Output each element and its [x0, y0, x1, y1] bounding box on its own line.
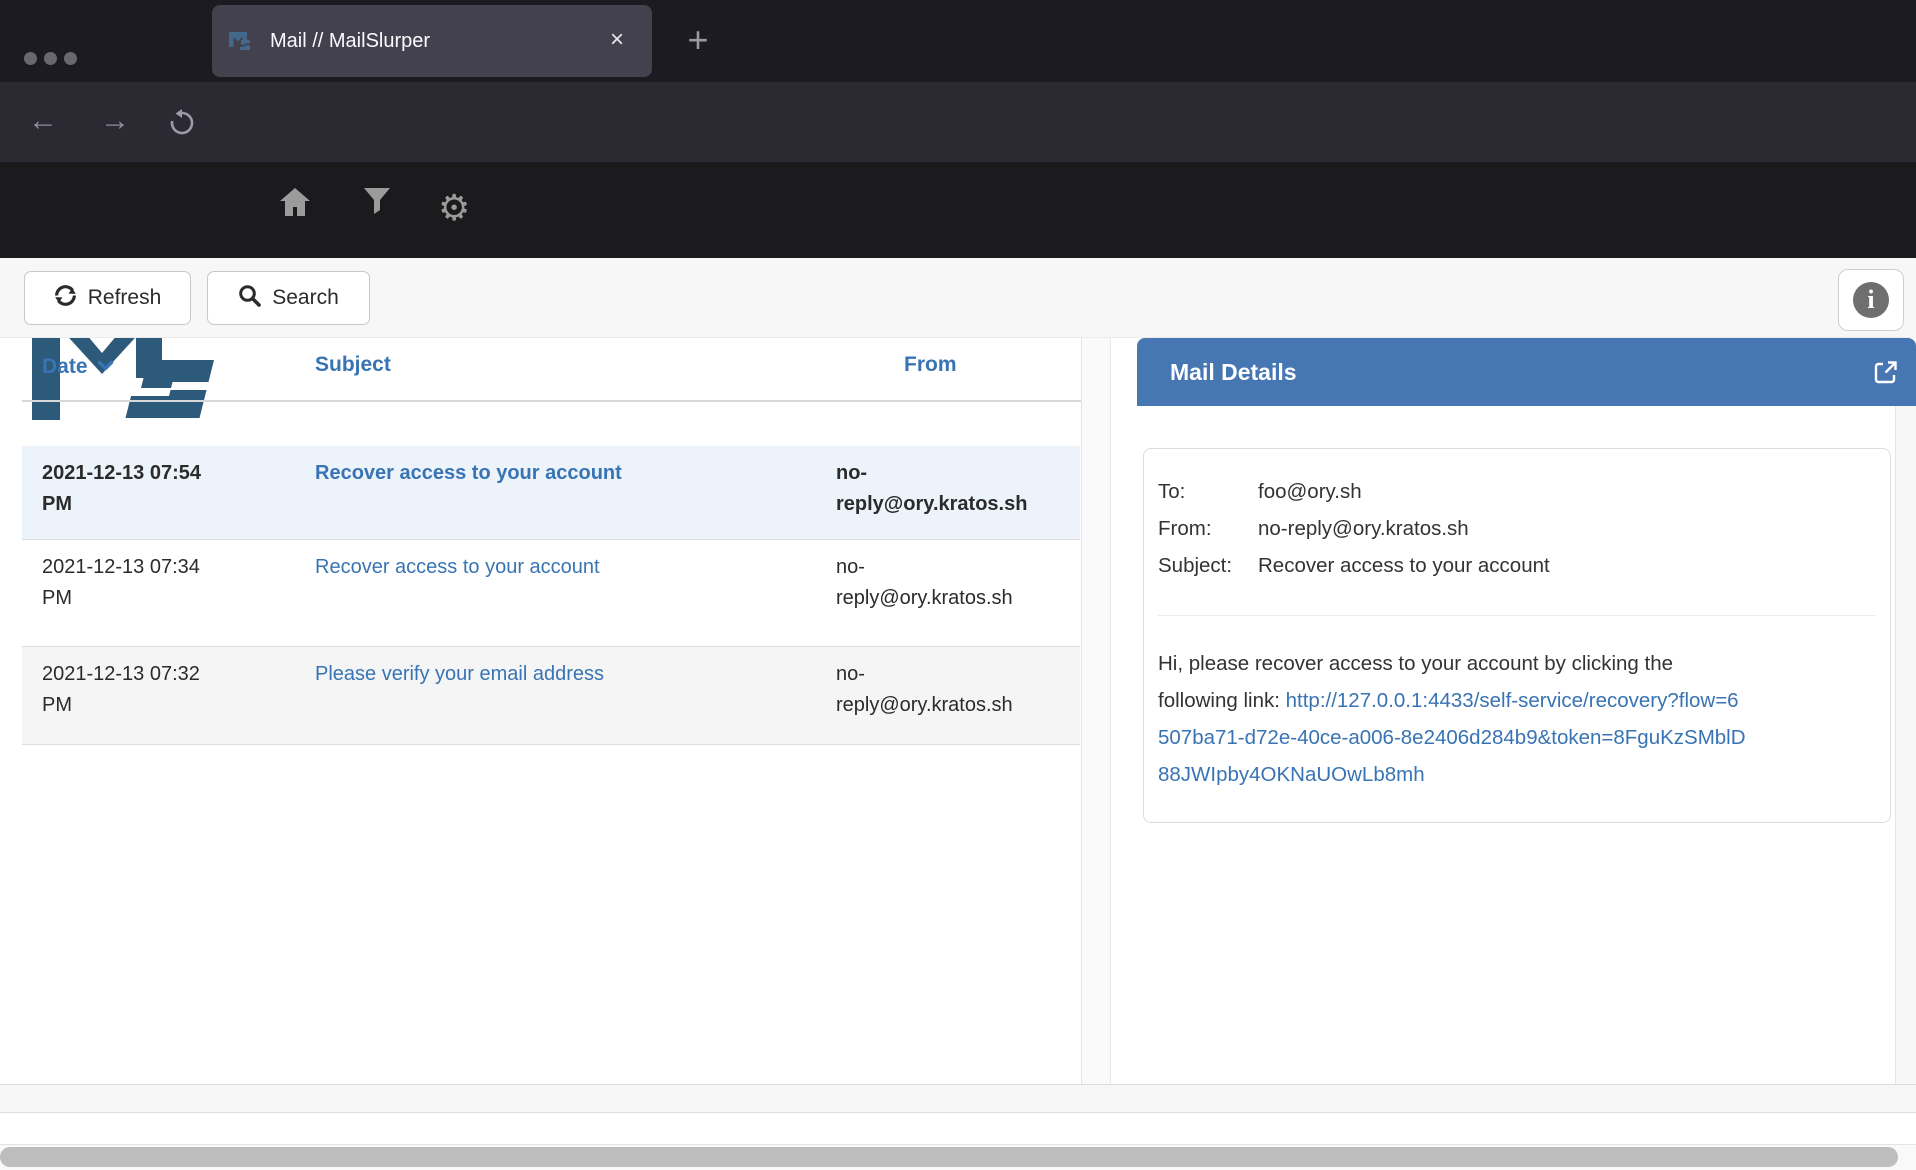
footer-strip [0, 1084, 1916, 1113]
filter-funnel-icon[interactable] [362, 186, 392, 221]
column-header-date-label: Date [42, 355, 88, 378]
sort-chevron-down-icon [97, 353, 114, 377]
detail-from-row: From: no-reply@ory.kratos.sh [1158, 510, 1876, 547]
mail-list-header: Date Subject From [22, 338, 1108, 402]
row-from: no-reply@ory.kratos.sh [836, 458, 1041, 520]
column-header-date[interactable]: Date [42, 353, 114, 379]
refresh-button[interactable]: Refresh [24, 271, 191, 325]
mail-row[interactable]: 2021-12-13 07:34 PM Recover access to yo… [22, 540, 1080, 647]
app-toolbar: Refresh Search [0, 258, 1916, 338]
search-button[interactable]: Search [207, 271, 370, 325]
mail-details-title: Mail Details [1170, 338, 1297, 406]
mail-row[interactable]: 2021-12-13 07:54 PM Recover access to yo… [22, 446, 1080, 540]
mail-list: Date Subject From 2021-12-13 07:54 PM Re… [22, 338, 1108, 745]
search-icon [238, 284, 261, 313]
mail-list-scrollbar-track[interactable] [1081, 338, 1111, 1084]
mail-body: Hi, please recover access to your accoun… [1158, 645, 1748, 793]
new-tab-button[interactable] [672, 18, 724, 64]
mail-details-header: Mail Details [1137, 338, 1916, 406]
mailslurper-header [0, 162, 1916, 258]
refresh-icon [54, 284, 77, 313]
to-label: To: [1158, 473, 1258, 510]
tab-title: Mail // MailSlurper [270, 5, 430, 77]
refresh-button-label: Refresh [88, 286, 162, 310]
horizontal-scrollbar-thumb[interactable] [0, 1147, 1898, 1167]
browser-tab[interactable]: Mail // MailSlurper [212, 5, 652, 77]
window-control-dot[interactable] [44, 52, 57, 65]
reload-button[interactable] [168, 109, 196, 142]
info-button[interactable] [1838, 269, 1904, 331]
back-button[interactable] [18, 82, 68, 162]
browser-toolbar: 127.0.0.1:4436/# 90% [0, 82, 1916, 162]
row-date: 2021-12-13 07:32 PM [42, 659, 220, 721]
window-control-dot[interactable] [64, 52, 77, 65]
column-header-from[interactable]: From [904, 353, 957, 377]
subject-label: Subject: [1158, 547, 1258, 584]
from-value: no-reply@ory.kratos.sh [1258, 510, 1469, 547]
subject-value: Recover access to your account [1258, 547, 1550, 584]
to-value: foo@ory.sh [1258, 473, 1362, 510]
row-subject-link[interactable]: Recover access to your account [315, 458, 805, 489]
mail-row[interactable]: 2021-12-13 07:32 PM Please verify your e… [22, 647, 1080, 745]
home-icon[interactable] [278, 186, 312, 223]
row-from: no-reply@ory.kratos.sh [836, 552, 1041, 614]
row-from: no-reply@ory.kratos.sh [836, 659, 1041, 721]
settings-gear-icon[interactable] [438, 178, 470, 238]
detail-to-row: To: foo@ory.sh [1158, 473, 1876, 510]
browser-tab-bar: Mail // MailSlurper [0, 0, 1916, 82]
open-external-icon[interactable] [1872, 359, 1899, 391]
mail-rows: 2021-12-13 07:54 PM Recover access to yo… [22, 446, 1080, 745]
details-scrollbar-track[interactable] [1895, 406, 1916, 1084]
forward-button[interactable] [90, 82, 140, 162]
window-control-dot[interactable] [24, 52, 37, 65]
row-date: 2021-12-13 07:54 PM [42, 458, 220, 520]
row-subject-link[interactable]: Recover access to your account [315, 552, 805, 583]
from-label: From: [1158, 510, 1258, 547]
detail-subject-row: Subject: Recover access to your account [1158, 547, 1876, 584]
column-header-subject[interactable]: Subject [315, 353, 391, 377]
mail-details-card: To: foo@ory.sh From: no-reply@ory.kratos… [1143, 448, 1891, 823]
tab-close-icon[interactable] [594, 5, 640, 77]
info-icon [1853, 282, 1889, 318]
details-separator [1158, 615, 1876, 616]
row-subject-link[interactable]: Please verify your email address [315, 659, 805, 690]
mailslurper-favicon-icon [228, 29, 254, 58]
row-date: 2021-12-13 07:34 PM [42, 552, 220, 614]
search-button-label: Search [272, 286, 339, 310]
